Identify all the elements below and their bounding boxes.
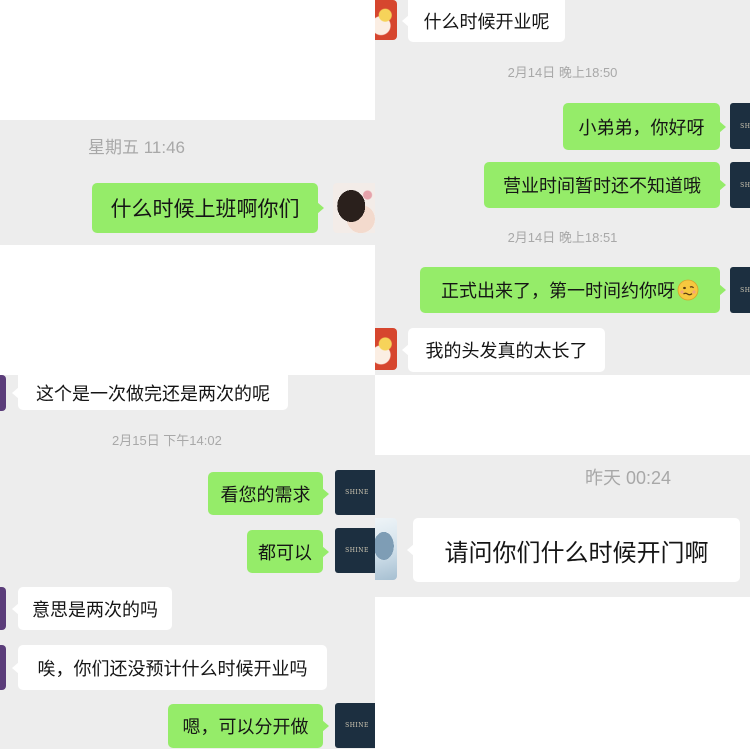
message-text: 营业时间暂时还不知道哦 (503, 176, 701, 196)
chat-screenshot-collage: 星期五 11:46 什么时候上班啊你们 什么时候开业呢 2月14日 晚上18:5… (0, 0, 750, 749)
message-text: 嗯，可以分开做 (182, 717, 309, 737)
sent-message-bubble[interactable]: 小弟弟，你好呀 (563, 103, 726, 150)
sent-message-bubble[interactable]: 都可以 (247, 530, 329, 573)
sent-message-bubble[interactable]: 正式出来了，第一时间约你呀 (420, 267, 726, 313)
received-message-bubble[interactable]: 什么时候开业呢 (402, 0, 565, 42)
shop-avatar[interactable]: SHINE (335, 528, 375, 573)
sent-message-bubble[interactable]: 营业时间暂时还不知道哦 (484, 162, 726, 208)
timestamp: 2月15日 下午14:02 (112, 433, 222, 448)
contact-avatar[interactable] (0, 587, 6, 630)
message-text: 什么时候上班啊你们 (110, 198, 300, 221)
shop-avatar[interactable]: SHINE (730, 267, 750, 313)
contact-avatar[interactable] (0, 375, 6, 411)
chat-panel-top-left: 星期五 11:46 什么时候上班啊你们 (0, 0, 375, 375)
message-text: 意思是两次的吗 (32, 599, 158, 620)
message-text: 都可以 (258, 542, 312, 563)
received-message-bubble[interactable]: 意思是两次的吗 (12, 587, 172, 630)
contact-avatar[interactable] (375, 0, 397, 40)
message-text: 唉，你们还没预计什么时候开业吗 (37, 658, 308, 679)
timestamp: 2月14日 晚上18:51 (507, 230, 618, 245)
shop-avatar[interactable]: SHINE (335, 470, 375, 515)
message-text: 什么时候开业呢 (423, 12, 550, 32)
shop-avatar[interactable]: SHINE (730, 103, 750, 149)
message-text: 正式出来了，第一时间约你呀 (441, 281, 675, 301)
received-message-bubble[interactable]: 请问你们什么时候开门啊 (407, 518, 740, 582)
contact-avatar[interactable] (375, 328, 397, 370)
received-message-bubble[interactable]: 这个是一次做完还是两次的呢 (12, 375, 288, 410)
shop-logo: SHINE (740, 286, 750, 294)
shop-avatar[interactable]: SHINE (730, 162, 750, 208)
chat-panel-bottom-right: 昨天 00:24 请问你们什么时候开门啊 (375, 375, 750, 749)
woozy-face-icon (677, 279, 699, 301)
contact-avatar[interactable] (375, 518, 397, 580)
message-text: 看您的需求 (220, 484, 311, 505)
sent-message-bubble[interactable]: 什么时候上班啊你们 (92, 183, 324, 233)
shop-logo: SHINE (740, 122, 750, 130)
shop-avatar[interactable]: SHINE (335, 703, 375, 748)
message-text: 我的头发真的太长了 (425, 341, 588, 361)
sent-message-bubble[interactable]: 嗯，可以分开做 (168, 704, 329, 748)
message-text: 小弟弟，你好呀 (578, 117, 705, 138)
timestamp: 昨天 00:24 (585, 468, 672, 488)
message-text: 请问你们什么时候开门啊 (444, 539, 709, 567)
sent-message-bubble[interactable]: 看您的需求 (208, 472, 329, 515)
timestamp: 星期五 11:46 (88, 138, 186, 157)
received-message-bubble[interactable]: 我的头发真的太长了 (402, 328, 605, 372)
shop-logo: SHINE (345, 489, 369, 496)
user-avatar[interactable] (333, 183, 375, 233)
chat-panel-top-right: 什么时候开业呢 2月14日 晚上18:50 小弟弟，你好呀 SHINE 营业时间… (375, 0, 750, 375)
timestamp: 2月14日 晚上18:50 (507, 65, 618, 80)
shop-logo: SHINE (740, 181, 750, 189)
shop-logo: SHINE (345, 547, 369, 554)
message-text: 这个是一次做完还是两次的呢 (36, 383, 270, 404)
chat-panel-bottom-left: 这个是一次做完还是两次的呢 2月15日 下午14:02 看您的需求 SHINE … (0, 375, 375, 749)
shop-logo: SHINE (345, 722, 369, 729)
received-message-bubble[interactable]: 唉，你们还没预计什么时候开业吗 (12, 645, 327, 690)
contact-avatar[interactable] (0, 645, 6, 690)
